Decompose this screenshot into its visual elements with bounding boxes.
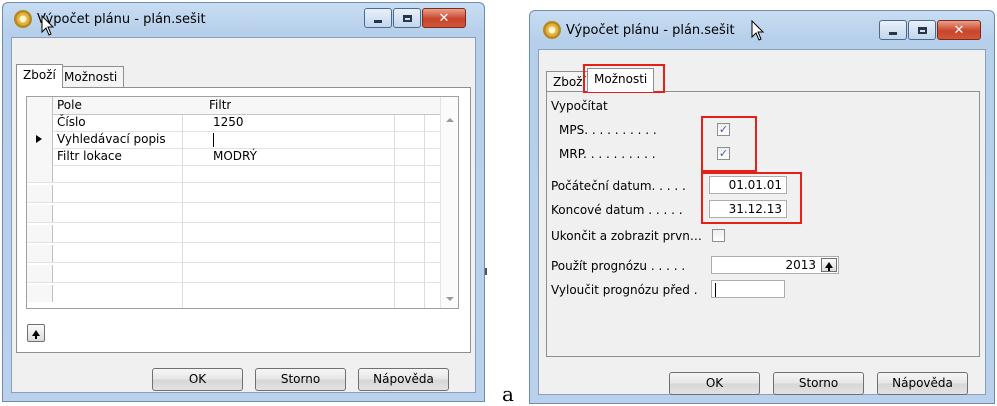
help-button[interactable]: Nápověda <box>877 372 968 395</box>
use-forecast-field[interactable]: 2013 <box>711 256 839 274</box>
left-window-title: Výpočet plánu - plán.sešit <box>37 12 206 27</box>
table-row-empty[interactable] <box>27 285 458 302</box>
app-gear-icon <box>14 10 32 28</box>
grid-cell-field[interactable]: Číslo <box>57 114 86 131</box>
ok-button[interactable]: OK <box>152 368 243 391</box>
grid-header-row: Pole Filtr <box>27 97 458 115</box>
tab-zbozi[interactable]: Zboží <box>16 64 63 88</box>
tab-moznosti[interactable]: Možnosti <box>57 66 125 87</box>
text-caret <box>715 282 716 297</box>
maximize-button[interactable] <box>908 20 936 40</box>
close-icon: ✕ <box>953 22 965 38</box>
forecast-lookup-button[interactable] <box>821 258 837 272</box>
grid-cell-filter[interactable]: 1250 <box>213 114 244 131</box>
exclude-forecast-field[interactable] <box>711 280 785 298</box>
app-gear-icon <box>543 21 561 39</box>
table-row-empty[interactable] <box>27 185 458 203</box>
minimize-button[interactable] <box>364 8 392 28</box>
tab-label: Zboží <box>553 75 586 89</box>
left-title-bar[interactable]: Výpočet plánu - plán.sešit ✕ <box>3 3 484 37</box>
highlight-checkboxes <box>701 116 757 172</box>
use-forecast-value: 2013 <box>785 258 816 272</box>
grid-scrollbar[interactable] <box>440 97 458 308</box>
close-icon: ✕ <box>438 10 450 26</box>
tab-panel-moznosti: Vypočítat MPS. . . . . . . . . . ✓ MRP. … <box>546 91 980 357</box>
minimize-icon <box>374 19 382 23</box>
minimize-button[interactable] <box>879 20 907 40</box>
cancel-button[interactable]: Storno <box>255 368 346 391</box>
cancel-button[interactable]: Storno <box>773 372 864 395</box>
left-dialog-window: Výpočet plánu - plán.sešit ✕ Zboží Možno… <box>2 2 485 402</box>
mrp-label: MRP. . . . . . . . . . <box>559 147 656 161</box>
section-label-vypocitat: Vypočítat <box>551 99 608 113</box>
grid-cell-field[interactable]: Filtr lokace <box>57 148 122 165</box>
use-forecast-label: Použít prognózu . . . . . <box>551 259 686 273</box>
right-dialog-window: Výpočet plánu - plán.sešit ✕ Zboží Možno… <box>529 10 995 404</box>
close-button[interactable]: ✕ <box>422 8 466 28</box>
arrow-up-icon <box>32 330 40 339</box>
table-row-empty[interactable] <box>27 205 458 223</box>
right-dialog-client: Zboží Možnosti Vypočítat MPS. . . . . . … <box>538 49 986 395</box>
end-date-label: Koncové datum . . . . . <box>551 203 683 217</box>
scroll-up-icon[interactable] <box>446 118 454 122</box>
table-row[interactable]: Vyhledávací popis <box>27 131 458 149</box>
tab-label: Možnosti <box>64 70 118 84</box>
highlight-date-fields <box>701 172 802 224</box>
stop-and-show-label: Ukončit a zobrazit prvn… <box>551 229 702 243</box>
table-row-empty[interactable] <box>27 165 458 183</box>
maximize-button[interactable] <box>393 8 421 28</box>
mouse-pointer-icon <box>751 20 765 41</box>
start-date-label: Počáteční datum. . . . . <box>551 179 686 193</box>
left-dialog-client: Zboží Možnosti Pole Filtr Číslo 1250 Vyh… <box>11 37 476 393</box>
separator-letter: a <box>502 382 514 406</box>
maximize-icon <box>917 26 927 34</box>
text-caret <box>213 132 214 147</box>
divider-tick <box>485 268 487 275</box>
grid-cell-field[interactable]: Vyhledávací popis <box>57 131 166 148</box>
table-row[interactable]: Filtr lokace MODRÝ <box>27 148 458 166</box>
mps-label: MPS. . . . . . . . . . <box>559 123 657 137</box>
right-title-bar[interactable]: Výpočet plánu - plán.sešit ✕ <box>530 11 994 45</box>
column-header-filtr[interactable]: Filtr <box>209 97 231 114</box>
column-header-pole[interactable]: Pole <box>57 97 82 114</box>
stop-and-show-checkbox[interactable] <box>712 229 725 242</box>
tab-label: Možnosti <box>594 72 648 86</box>
current-row-icon <box>36 135 42 143</box>
scroll-down-icon[interactable] <box>446 297 454 301</box>
tab-moznosti[interactable]: Možnosti <box>587 68 655 92</box>
table-row-empty[interactable] <box>27 225 458 243</box>
mouse-pointer-icon <box>41 15 55 36</box>
close-button[interactable]: ✕ <box>937 20 981 40</box>
grid-cell-filter-editing[interactable] <box>213 131 214 148</box>
tab-label: Zboží <box>23 68 56 82</box>
table-row-empty[interactable] <box>27 265 458 283</box>
grid-cell-filter[interactable]: MODRÝ <box>213 148 257 165</box>
right-window-title: Výpočet plánu - plán.sešit <box>566 23 735 38</box>
table-row-empty[interactable] <box>27 245 458 263</box>
minimize-icon <box>889 31 897 35</box>
move-up-button[interactable] <box>27 324 45 342</box>
table-row[interactable]: Číslo 1250 <box>27 114 458 132</box>
exclude-forecast-label: Vyloučit prognózu před . <box>551 283 698 297</box>
help-button[interactable]: Nápověda <box>358 368 449 391</box>
tab-panel-zbozi: Pole Filtr Číslo 1250 Vyhledávací popis … <box>16 87 471 353</box>
ok-button[interactable]: OK <box>669 372 760 395</box>
maximize-icon <box>402 14 412 22</box>
filter-grid[interactable]: Pole Filtr Číslo 1250 Vyhledávací popis … <box>26 96 459 309</box>
arrow-up-icon <box>825 262 833 271</box>
